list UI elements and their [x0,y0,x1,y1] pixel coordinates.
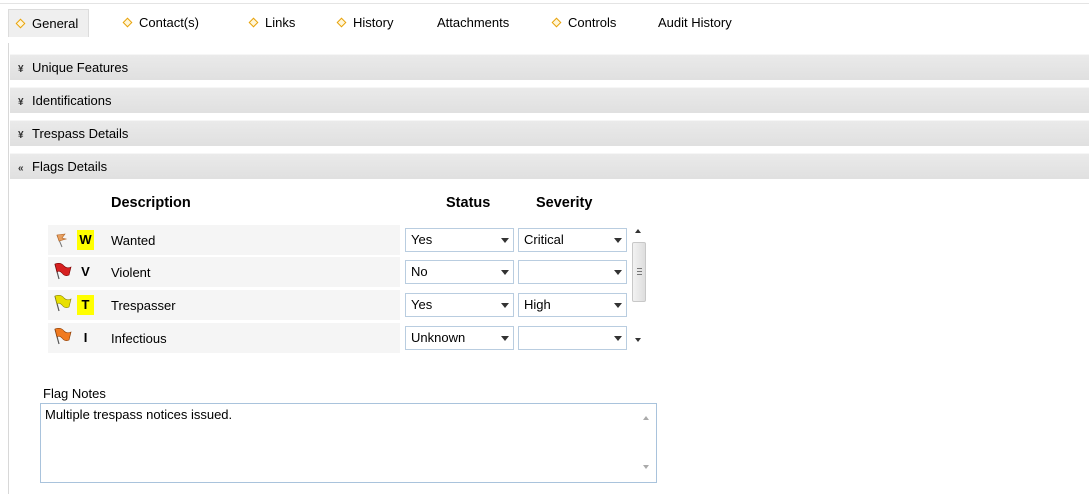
diamond-icon [551,17,562,28]
column-header-description: Description [111,195,191,211]
double-chevron-up-icon: « [18,163,24,174]
flag-code: W [77,230,94,250]
tab-history[interactable]: History [336,9,394,37]
double-chevron-down-icon: ¥ [18,64,24,75]
flag-code: V [81,264,90,279]
status-dropdown[interactable]: No [405,260,514,284]
table-row [48,323,400,353]
tab-label: Links [265,15,296,30]
tab-label: History [353,15,394,30]
section-identifications[interactable]: ¥ Identifications [10,87,1089,113]
dropdown-arrow-icon [501,238,509,243]
flag-code: T [77,295,94,315]
tab-label: Audit History [658,15,732,30]
severity-dropdown[interactable] [518,326,627,350]
tab-attachments[interactable]: Attachments [437,9,509,37]
scroll-down-icon[interactable] [643,465,649,469]
status-value: No [411,264,428,279]
dropdown-arrow-icon [501,303,509,308]
severity-dropdown[interactable] [518,260,627,284]
flag-icon [56,233,68,248]
severity-dropdown[interactable]: High [518,293,627,317]
column-header-status: Status [446,195,491,211]
status-value: Yes [411,232,433,247]
status-value: Yes [411,297,433,312]
flag-description: Infectious [111,331,167,346]
section-label: Unique Features [32,60,129,75]
flags-scrollbar[interactable] [630,220,650,352]
section-label: Flags Details [32,159,108,174]
diamond-icon [336,17,347,28]
notes-scrollbar[interactable] [636,404,656,482]
flag-description: Wanted [111,233,156,248]
tab-audit-history[interactable]: Audit History [658,9,732,37]
diamond-icon [122,17,133,28]
flag-icon [54,328,72,345]
section-trespass-details[interactable]: ¥ Trespass Details [10,120,1089,146]
severity-dropdown[interactable]: Critical [518,228,627,252]
flag-description: Violent [111,265,151,280]
tab-controls[interactable]: Controls [551,9,617,37]
scroll-up-icon[interactable] [635,229,641,233]
flag-icon [54,295,72,312]
section-flags-details[interactable]: « Flags Details [10,153,1089,179]
tab-contacts[interactable]: Contact(s) [122,9,199,37]
status-dropdown[interactable]: Yes [405,228,514,252]
dropdown-arrow-icon [614,270,622,275]
scroll-down-icon[interactable] [635,338,641,342]
tab-bar: General Contact(s) Links History Attachm… [0,0,1089,43]
column-header-severity: Severity [536,195,593,211]
tab-label: Attachments [437,15,510,30]
tab-label: Contact(s) [139,15,199,30]
dropdown-arrow-icon [501,270,509,275]
scrollbar-thumb[interactable] [632,242,646,302]
diamond-icon [248,17,259,28]
section-label: Trespass Details [32,126,129,141]
dropdown-arrow-icon [614,336,622,341]
status-value: Unknown [411,330,466,345]
grip-icon [637,268,642,275]
double-chevron-down-icon: ¥ [18,130,24,141]
table-row [48,225,400,255]
tab-general[interactable]: General [8,9,90,37]
diamond-icon [15,18,26,29]
table-row [48,290,400,320]
tab-label: Controls [568,15,617,30]
flag-code: I [83,330,88,345]
table-row [48,257,400,287]
flag-description: Trespasser [111,298,176,313]
top-divider [0,3,1089,4]
severity-value: High [524,297,551,312]
dropdown-arrow-icon [501,336,509,341]
section-unique-features[interactable]: ¥ Unique Features [10,54,1089,80]
tab-links[interactable]: Links [248,9,296,37]
double-chevron-down-icon: ¥ [18,97,24,108]
tab-label: General [32,16,79,31]
content-border [8,43,9,494]
flag-notes-label: Flag Notes [43,386,106,401]
flag-notes-textarea[interactable]: Multiple trespass notices issued. [40,403,657,483]
scroll-up-icon[interactable] [643,416,649,420]
flag-notes-text: Multiple trespass notices issued. [45,407,233,422]
section-label: Identifications [32,93,112,108]
status-dropdown[interactable]: Unknown [405,326,514,350]
severity-value: Critical [524,232,564,247]
dropdown-arrow-icon [614,238,622,243]
flag-icon [54,263,72,280]
status-dropdown[interactable]: Yes [405,293,514,317]
dropdown-arrow-icon [614,303,622,308]
